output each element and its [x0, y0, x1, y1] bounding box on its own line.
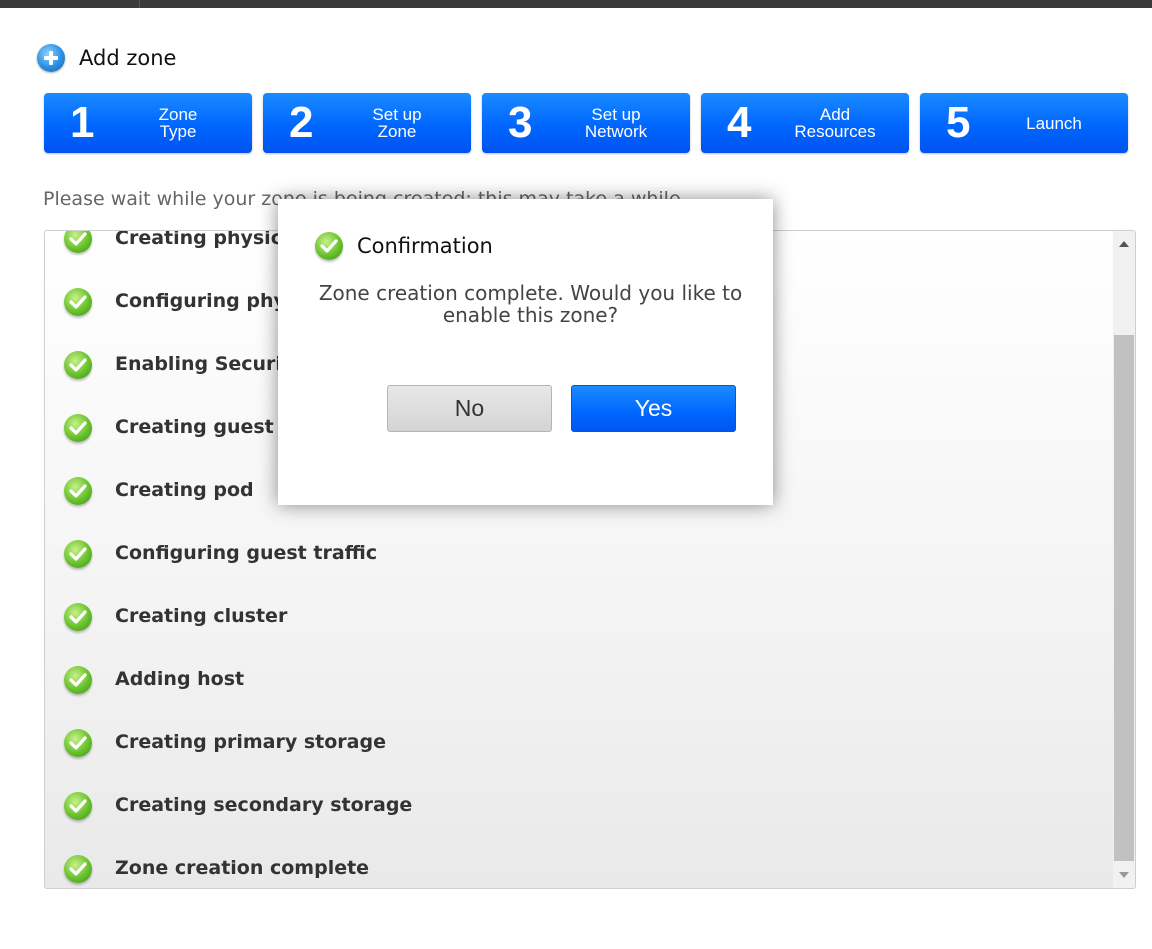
wizard-step-set-up-zone[interactable]: 2 Set up Zone	[263, 93, 471, 153]
list-item: Creating secondary storage	[45, 783, 1111, 846]
list-item-label: Creating secondary storage	[115, 794, 413, 816]
dialog-title: Confirmation	[357, 234, 493, 258]
list-item: Creating primary storage	[45, 720, 1111, 783]
scroll-down-arrow-icon[interactable]	[1119, 872, 1129, 878]
check-icon	[64, 603, 92, 631]
check-icon	[64, 855, 92, 883]
step-label: Zone Type	[158, 105, 198, 141]
wizard-step-set-up-network[interactable]: 3 Set up Network	[482, 93, 690, 153]
wizard-step-launch[interactable]: 5 Launch	[920, 93, 1128, 153]
add-circle-icon	[37, 44, 65, 72]
scrollbar[interactable]	[1113, 231, 1135, 888]
list-item-label: Creating cluster	[115, 605, 288, 627]
step-number: 2	[289, 98, 314, 147]
dialog-message: Zone creation complete. Would you like t…	[318, 281, 743, 327]
list-item-label: Creating primary storage	[115, 731, 386, 753]
check-icon	[64, 792, 92, 820]
confirmation-dialog: Confirmation Zone creation complete. Wou…	[278, 199, 773, 505]
wizard-step-add-resources[interactable]: 4 Add Resources	[701, 93, 909, 153]
list-item: Zone creation complete	[45, 846, 1111, 888]
list-item-label: Zone creation complete	[115, 857, 370, 879]
page-header: Add zone	[37, 42, 176, 74]
step-label: Set up Network	[584, 105, 648, 141]
page-title: Add zone	[79, 46, 177, 70]
step-number: 1	[70, 98, 95, 147]
step-label: Add Resources	[794, 105, 876, 141]
step-number: 5	[946, 98, 971, 147]
check-icon	[64, 477, 92, 505]
scroll-up-arrow-icon[interactable]	[1119, 241, 1129, 247]
check-icon	[64, 540, 92, 568]
check-icon	[64, 231, 92, 253]
step-number: 3	[508, 98, 533, 147]
yes-button[interactable]: Yes	[571, 385, 736, 432]
check-icon	[64, 666, 92, 694]
list-item-label: Adding host	[115, 668, 245, 690]
check-icon	[64, 288, 92, 316]
no-button[interactable]: No	[387, 385, 552, 432]
wizard-step-zone-type[interactable]: 1 Zone Type	[44, 93, 252, 153]
list-item: Configuring guest traffic	[45, 531, 1111, 594]
wizard-steps: 1 Zone Type 2 Set up Zone 3 Set up Netwo…	[44, 93, 1128, 153]
scroll-thumb[interactable]	[1114, 335, 1134, 861]
check-icon	[315, 232, 343, 260]
step-label: Launch	[1026, 113, 1082, 133]
list-item: Creating cluster	[45, 594, 1111, 657]
step-label: Set up Zone	[372, 105, 422, 141]
check-icon	[64, 414, 92, 442]
check-icon	[64, 351, 92, 379]
list-item-label: Configuring guest traffic	[115, 542, 378, 564]
top-bar	[0, 0, 1152, 8]
top-bar-divider	[139, 0, 140, 8]
list-item-label: Creating pod	[115, 479, 254, 501]
step-number: 4	[727, 98, 752, 147]
check-icon	[64, 729, 92, 757]
list-item: Adding host	[45, 657, 1111, 720]
